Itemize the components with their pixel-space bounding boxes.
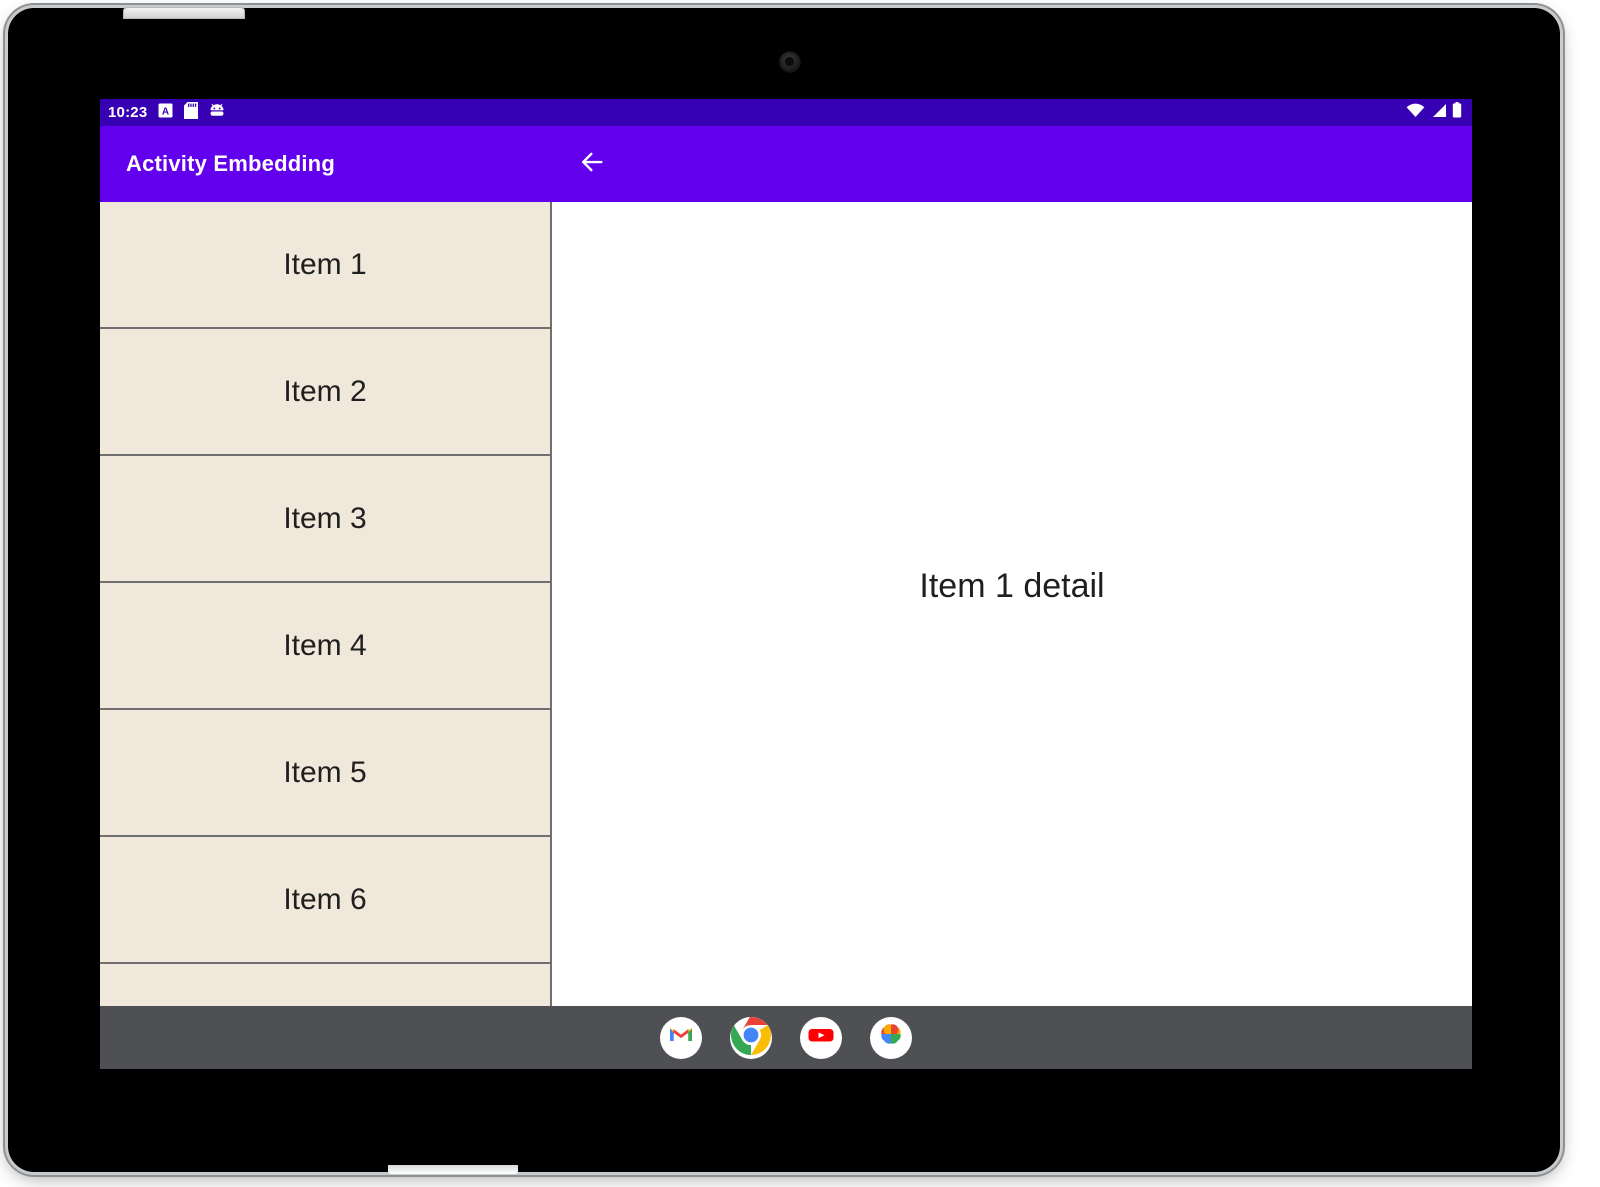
list-pane[interactable]: Item 1 Item 2 Item 3 Item 4 Item 5 Item …: [100, 202, 552, 1006]
list-item[interactable]: Item 4: [100, 583, 550, 710]
list-item[interactable]: Item 3: [100, 456, 550, 583]
cellular-signal-icon: [1430, 103, 1447, 123]
list-item-label: Item 6: [283, 882, 367, 916]
sd-card-icon: [184, 101, 199, 124]
battery-icon: [1452, 102, 1462, 123]
taskbar-app-chrome[interactable]: [730, 1016, 772, 1059]
list-item-label: Item 1: [283, 247, 367, 281]
list-item-label: Item 3: [283, 501, 367, 535]
bottom-connector: [388, 1165, 518, 1174]
list-item[interactable]: Item 1: [100, 202, 550, 329]
list-item[interactable]: Item 2: [100, 329, 550, 456]
list-item-label: Item 4: [283, 628, 367, 662]
app-bar: Activity Embedding: [100, 126, 1472, 202]
detail-pane: Item 1 detail: [552, 202, 1472, 1006]
list-item-label: Item 2: [283, 374, 367, 408]
device-screen: 10:23 A Activity Embedding Item 1 Item 2…: [100, 99, 1472, 1069]
arrow-left-icon: [577, 147, 607, 182]
list-item[interactable]: Item 6: [100, 837, 550, 964]
back-button[interactable]: [570, 142, 614, 186]
a-box-icon: A: [158, 103, 173, 123]
google-photos-icon: [877, 1021, 905, 1054]
list-item[interactable]: [100, 964, 550, 1006]
svg-text:A: A: [162, 106, 169, 117]
list-item-label: Item 5: [283, 755, 367, 789]
chrome-icon: [731, 1016, 771, 1059]
power-button[interactable]: [124, 8, 244, 18]
wifi-icon: [1406, 103, 1425, 123]
status-bar: 10:23 A: [100, 99, 1472, 126]
gmail-icon: [668, 1022, 694, 1053]
youtube-icon: [807, 1021, 835, 1054]
android-head-icon: [209, 102, 225, 123]
taskbar-app-gmail[interactable]: [660, 1016, 702, 1059]
content-area: Item 1 Item 2 Item 3 Item 4 Item 5 Item …: [100, 202, 1472, 1006]
taskbar: [100, 1006, 1472, 1069]
page-title: Activity Embedding: [126, 151, 335, 176]
list-item[interactable]: Item 5: [100, 710, 550, 837]
status-bar-left-group: 10:23 A: [108, 101, 225, 124]
front-camera-icon: [779, 51, 801, 73]
taskbar-app-youtube[interactable]: [800, 1016, 842, 1059]
device-frame: 10:23 A Activity Embedding Item 1 Item 2…: [8, 8, 1560, 1174]
status-bar-clock: 10:23: [108, 104, 148, 121]
taskbar-app-photos[interactable]: [870, 1016, 912, 1059]
detail-text: Item 1 detail: [919, 566, 1105, 605]
status-bar-right-group: [1406, 102, 1462, 123]
